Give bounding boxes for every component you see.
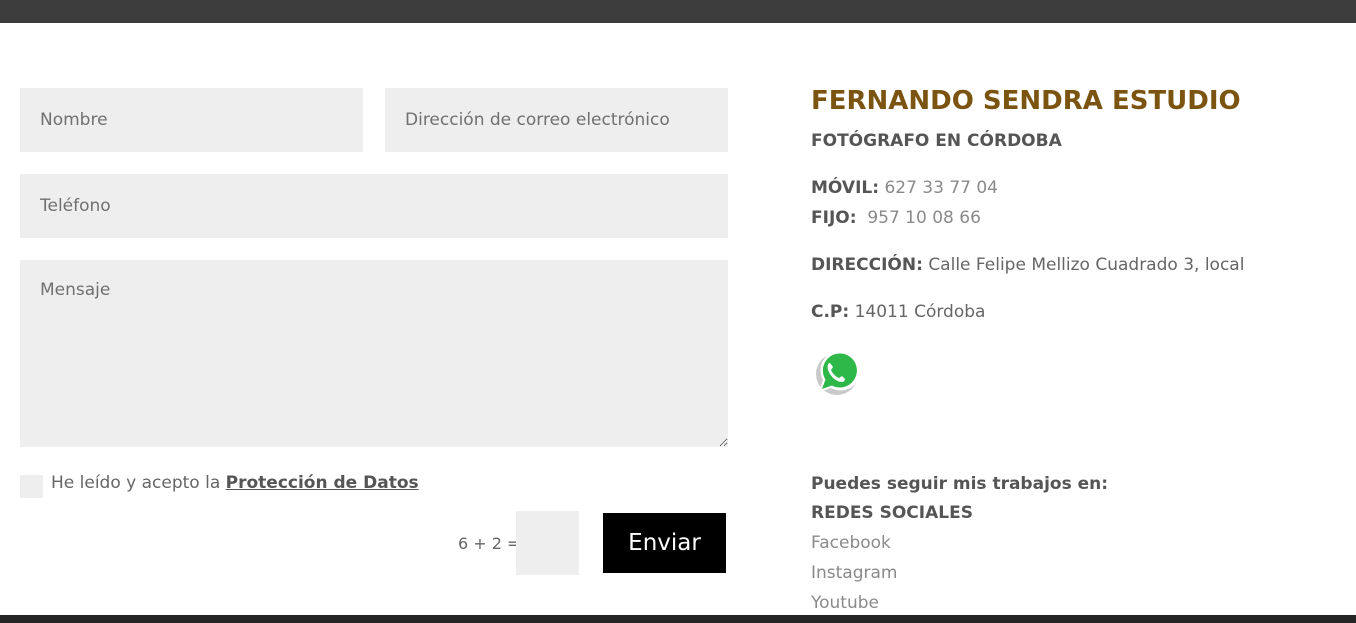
captcha-input[interactable] [516, 511, 579, 575]
landline-line: FIJO: 957 10 08 66 [811, 208, 981, 228]
social-heading: REDES SOCIALES [811, 503, 973, 523]
youtube-link[interactable]: Youtube [811, 593, 879, 613]
address-value: Calle Felipe Mellizo Cuadrado 3, local [928, 255, 1245, 275]
address-line: DIRECCIÓN: Calle Felipe Mellizo Cuadrado… [811, 255, 1244, 275]
privacy-policy-link[interactable]: Protección de Datos [226, 473, 419, 493]
consent-label: He leído y acepto la Protección de Datos [51, 473, 419, 493]
facebook-link[interactable]: Facebook [811, 533, 891, 553]
submit-button[interactable]: Enviar [603, 513, 726, 573]
landline-number: 957 10 08 66 [867, 208, 981, 228]
postal-value: 14011 Córdoba [854, 302, 986, 322]
mobile-label: MÓVIL: [811, 178, 880, 198]
email-input[interactable] [385, 88, 728, 152]
postal-label: C.P: [811, 302, 850, 322]
captcha-question: 6 + 2 = [458, 534, 521, 553]
address-label: DIRECCIÓN: [811, 255, 923, 275]
instagram-link[interactable]: Instagram [811, 563, 898, 583]
follow-text: Puedes seguir mis trabajos en: [811, 474, 1109, 494]
mobile-line: MÓVIL: 627 33 77 04 [811, 178, 998, 198]
studio-title: FERNANDO SENDRA ESTUDIO [811, 86, 1241, 116]
phone-input[interactable] [20, 174, 728, 238]
mobile-number: 627 33 77 04 [884, 178, 998, 198]
whatsapp-icon[interactable] [811, 347, 861, 397]
consent-text: He leído y acepto la [51, 473, 226, 493]
message-textarea[interactable] [20, 260, 728, 447]
subtitle: FOTÓGRAFO EN CÓRDOBA [811, 131, 1062, 151]
landline-label: FIJO: [811, 208, 857, 228]
consent-checkbox[interactable] [20, 475, 43, 498]
top-bar [0, 0, 1356, 23]
postal-line: C.P: 14011 Córdoba [811, 302, 985, 322]
name-input[interactable] [20, 88, 363, 152]
bottom-bar [0, 615, 1356, 623]
